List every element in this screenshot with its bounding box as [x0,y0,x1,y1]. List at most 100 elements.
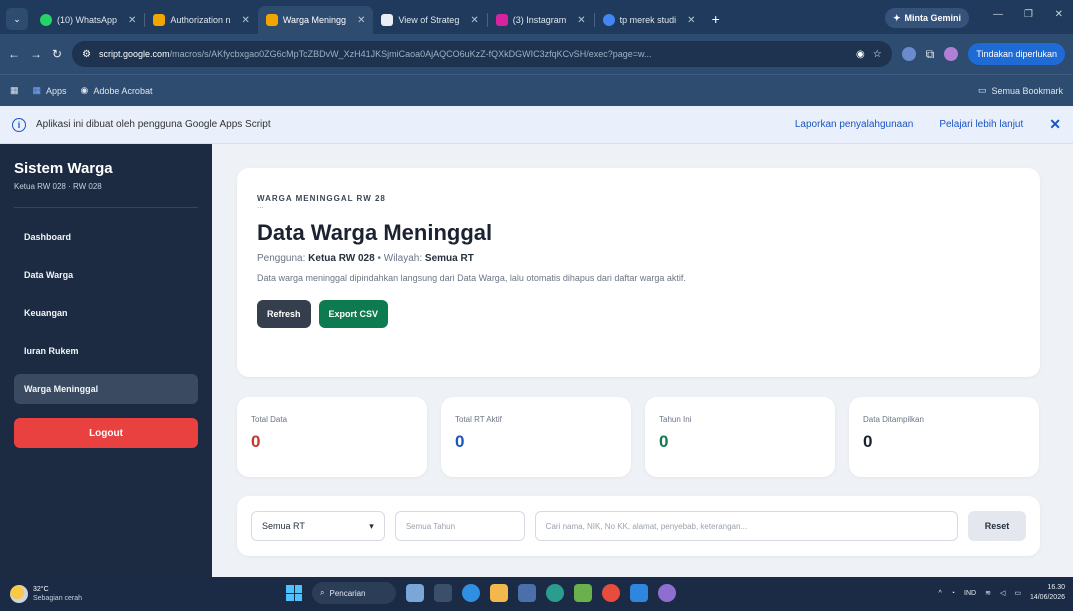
time: 16.30 [1047,584,1065,591]
close-icon[interactable]: ✕ [470,15,478,26]
sidebar-item-data-warga[interactable]: Data Warga [14,260,198,290]
chrome-icon[interactable] [602,584,620,602]
windows-start-icon[interactable] [286,585,302,601]
mail-icon[interactable] [630,584,648,602]
browser-tab-4[interactable]: (3) Instagram ✕ [488,6,594,34]
export-csv-button[interactable]: Export CSV [318,300,389,328]
whatsapp-icon [40,14,52,26]
widgets-icon[interactable] [406,584,424,602]
stat-value: 0 [251,432,261,451]
stat-value: 0 [863,432,873,451]
search-input[interactable]: Cari nama, NIK, No KK, alamat, penyebab,… [534,511,959,541]
battery-icon[interactable]: ▭ [1014,589,1021,597]
stat-total-rt-aktif: Total RT Aktif 0 [441,397,631,477]
chevron-down-icon: ▾ [369,520,374,531]
close-icon[interactable]: ✕ [241,15,249,26]
app-title: Sistem Warga [14,160,113,177]
new-tab-button[interactable]: + [704,11,728,34]
gemini-label: Minta Gemini [904,13,961,23]
user-name: Ketua RW 028 [308,253,375,264]
logout-button[interactable]: Logout [14,418,198,448]
report-abuse-link[interactable]: Laporkan penyalahgunaan [795,119,913,130]
edge-icon[interactable] [462,584,480,602]
sidebar-item-keuangan[interactable]: Keuangan [14,298,198,328]
avatar[interactable] [944,47,959,61]
file-explorer-icon[interactable] [490,584,508,602]
taskbar-search-label: Pencarian [329,588,366,598]
address-bar[interactable]: ⚙ script.google.com/macros/s/AKfycbxgao0… [72,41,892,67]
minimize-icon[interactable]: — [993,9,1003,20]
task-view-icon[interactable] [434,584,452,602]
close-icon[interactable]: ✕ [577,15,585,26]
close-icon[interactable]: ✕ [128,15,136,26]
refresh-button[interactable]: Refresh [257,300,311,328]
stat-label: Total Data [251,415,288,424]
restore-icon[interactable]: ❐ [1024,9,1033,20]
reset-button[interactable]: Reset [968,511,1026,541]
main-content: WARGA MENINGGAL RW 28 ... Data Warga Men… [212,144,1073,577]
extension-icon[interactable] [901,47,916,61]
all-bookmarks[interactable]: ▭ Semua Bookmark [978,85,1063,96]
rt-select[interactable]: Semua RT ▾ [251,511,385,541]
tab-label: (10) WhatsApp [57,15,118,25]
volume-icon[interactable]: ◁ [1000,589,1005,597]
page-meta: Pengguna: Ketua RW 028 • Wilayah: Semua … [257,253,474,264]
sidebar-item-warga-meninggal[interactable]: Warga Meninggal [14,374,198,404]
browser-tab-3[interactable]: View of Strateg ✕ [373,6,486,34]
page-description: Data warga meninggal dipindahkan langsun… [257,273,686,283]
taskbar-search[interactable]: ⌕ Pencarian [312,582,396,604]
back-icon[interactable]: ← [8,47,20,61]
language-indicator[interactable]: IND [964,590,976,597]
excel-icon[interactable] [574,584,592,602]
close-icon[interactable]: ✕ [687,15,695,26]
app-icon[interactable] [546,584,564,602]
puzzle-icon[interactable]: ⧉ [926,47,935,62]
area-name: Semua RT [424,253,474,264]
browser-tab-1[interactable]: Authorization n ✕ [145,6,257,34]
sidebar-item-dashboard[interactable]: Dashboard [14,222,198,252]
bookmarks-bar: ▦ ▦ Apps ◉ Adobe Acrobat ▭ Semua Bookmar… [0,74,1073,106]
chevron-up-icon[interactable]: ^ [938,590,941,597]
system-tray: ^ ◔ IND ≋ ◁ ▭ 16.30 14/06/2026 [938,583,1065,603]
stat-data-ditampilkan: Data Ditampilkan 0 [849,397,1039,477]
browser-tab-5[interactable]: tp merek studi ✕ [595,6,704,34]
bookmark-label: Apps [46,85,67,96]
clock[interactable]: 16.30 14/06/2026 [1030,583,1065,603]
stat-label: Total RT Aktif [455,415,502,424]
window-close-icon[interactable]: ✕ [1055,9,1063,20]
year-input[interactable]: Semua Tahun [394,511,525,541]
browser-tab-0[interactable]: (10) WhatsApp ✕ [32,6,144,34]
tab-search-button[interactable]: ⌄ [6,8,28,30]
forward-icon[interactable]: → [30,47,42,61]
gemini-button[interactable]: ✦ Minta Gemini [884,8,969,28]
browser-tab-2[interactable]: Warga Meningg ✕ [257,6,374,34]
stat-label: Tahun Ini [659,415,692,424]
reload-icon[interactable]: ↻ [52,47,62,61]
globe-icon [602,14,615,26]
translate-icon[interactable]: ◉ [856,49,865,60]
star-icon[interactable]: ☆ [873,49,882,60]
bookmark-adobe[interactable]: ◉ Adobe Acrobat [81,85,153,96]
wifi-icon[interactable]: ≋ [985,589,991,597]
rt-select-value: Semua RT [262,521,305,531]
store-icon[interactable] [518,584,536,602]
temperature: 32°C [33,586,49,593]
tab-label: Authorization n [170,15,231,25]
stat-total-data: Total Data 0 [237,397,427,477]
bookmark-apps[interactable]: ▦ Apps [33,85,67,96]
apps-script-infobar: i Aplikasi ini dibuat oleh pengguna Goog… [0,106,1073,144]
close-icon[interactable]: ✕ [357,15,365,26]
learn-more-link[interactable]: Pelajari lebih lanjut [939,119,1023,130]
grid-icon: ▦ [32,85,42,95]
action-required-button[interactable]: Tindakan diperlukan [968,43,1065,65]
tab-label: (3) Instagram [512,15,567,25]
apps-grid-icon[interactable]: ▦ [10,85,19,96]
close-icon[interactable]: ✕ [1049,116,1061,133]
bookmark-label: Semua Bookmark [991,85,1063,96]
weather-widget[interactable]: 32°C Sebagian cerah [0,585,82,603]
network-icon[interactable]: ◔ [951,590,955,597]
browser-icon[interactable] [658,584,676,602]
site-info-icon[interactable]: ⚙ [82,49,91,60]
sidebar-item-iuran-rukem[interactable]: Iuran Rukem [14,336,198,366]
browser-toolbar: ← → ↻ ⚙ script.google.com/macros/s/AKfyc… [0,34,1073,74]
